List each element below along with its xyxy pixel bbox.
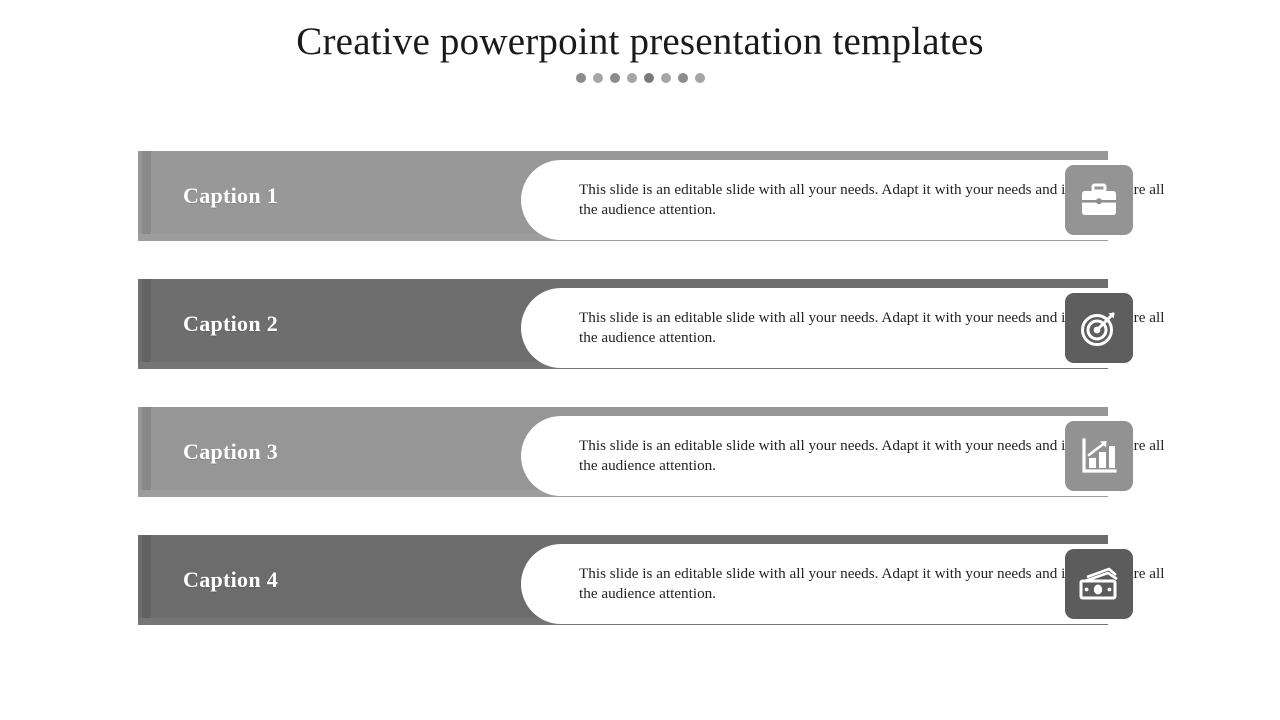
row-caption-label: Caption 4	[183, 567, 278, 592]
dot-3	[609, 73, 620, 83]
dot-4	[626, 73, 637, 83]
row-icon-tile[interactable]	[1065, 421, 1133, 491]
dot-5	[643, 73, 654, 83]
row-icon-tile[interactable]	[1065, 165, 1133, 235]
caption-row: Caption 4 This slide is an editable slide…	[0, 535, 1280, 663]
caption-row: Caption 1 This slide is an editable slide…	[0, 151, 1280, 279]
row-icon-tile[interactable]	[1065, 549, 1133, 619]
decorative-dot-row	[0, 73, 1280, 83]
row-bar[interactable]: Caption 4 This slide is an editable slide…	[138, 535, 1237, 625]
row-caption-label: Caption 1	[183, 183, 278, 208]
dot-7	[677, 73, 688, 83]
bar-chart-growth-icon	[1081, 438, 1117, 474]
row-bar[interactable]: Caption 2 This slide is an editable slide…	[138, 279, 1237, 369]
row-bar[interactable]: Caption 3 This slide is an editable slide…	[138, 407, 1237, 497]
money-cash-icon	[1079, 567, 1119, 601]
caption-row: Caption 3 This slide is an editable slide…	[0, 407, 1280, 535]
caption-row: Caption 2 This slide is an editable slide…	[0, 279, 1280, 407]
target-icon	[1080, 309, 1118, 347]
caption-rows: Caption 1 This slide is an editable slide…	[0, 151, 1280, 663]
dot-6	[660, 73, 671, 83]
dot-2	[592, 73, 603, 83]
page-title: Creative powerpoint presentation templat…	[296, 20, 984, 63]
row-bar[interactable]: Caption 1 This slide is an editable slide…	[138, 151, 1237, 241]
row-caption-label: Caption 3	[183, 439, 278, 464]
row-icon-tile[interactable]	[1065, 293, 1133, 363]
dot-8	[694, 73, 705, 83]
dot-1	[575, 73, 586, 83]
slide-canvas: Creative powerpoint presentation templat…	[0, 0, 1280, 720]
briefcase-icon	[1080, 183, 1118, 217]
row-caption-label: Caption 2	[183, 311, 278, 336]
slide-header: Creative powerpoint presentation templat…	[0, 0, 1280, 83]
